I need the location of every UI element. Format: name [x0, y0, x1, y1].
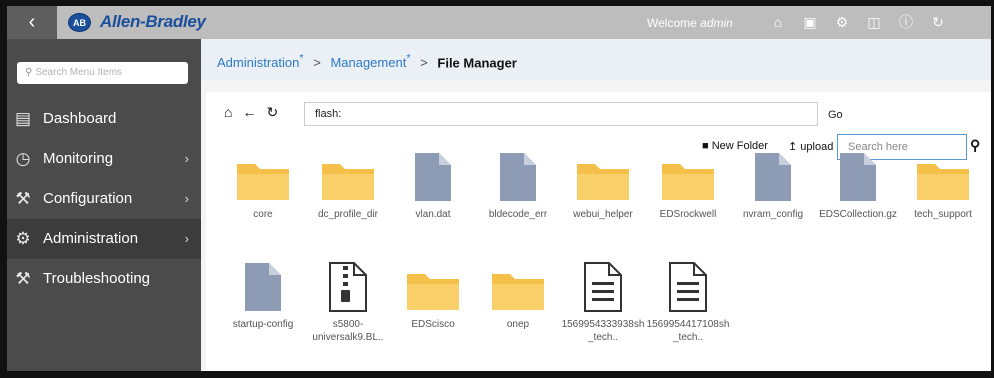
- refresh-icon[interactable]: ↻: [266, 104, 278, 121]
- network-icon[interactable]: ◫: [863, 12, 885, 32]
- sidebar-item-administration[interactable]: ⚙ Administration ›: [7, 219, 201, 259]
- sidebar-item-label: Configuration: [43, 190, 133, 207]
- save-icon[interactable]: ▣: [799, 12, 821, 32]
- breadcrumb: Administration* > Management* > File Man…: [201, 39, 991, 80]
- help-icon[interactable]: ⓘ: [895, 12, 917, 32]
- file-name: startup-config: [232, 319, 294, 330]
- wrench-icon: ⚒: [15, 189, 31, 208]
- welcome-text: Welcome admin: [647, 16, 733, 30]
- file-item[interactable]: nvram_config: [731, 152, 815, 221]
- breadcrumb-administration[interactable]: Administration*: [217, 53, 304, 70]
- file-name: vlan.dat: [415, 209, 451, 220]
- brand-name: Allen-Bradley: [100, 12, 206, 31]
- file-name: bldecode_err: [488, 209, 548, 220]
- dashboard-icon: ▤: [14, 109, 32, 128]
- sidebar-item-label: Dashboard: [43, 110, 117, 127]
- file-name: EDSrockwell: [659, 209, 717, 220]
- file-name: 1569954333938sh_tech..: [561, 319, 645, 343]
- header-icons: ⌂ ▣ ⚙ ◫ ⓘ ↻: [767, 12, 949, 32]
- file-item[interactable]: onep: [476, 262, 560, 331]
- sidebar: ⚲ Search Menu Items ▤ Dashboard ◷ Monitor…: [7, 39, 201, 371]
- monitoring-icon: ◷: [15, 149, 31, 168]
- sidebar-item-troubleshooting[interactable]: ⚒ Troubleshooting: [7, 259, 201, 299]
- breadcrumb-management[interactable]: Management*: [330, 53, 410, 70]
- file-item[interactable]: core: [221, 152, 305, 221]
- file-item[interactable]: startup-config: [221, 262, 305, 331]
- chevron-right-icon: ›: [184, 191, 189, 206]
- folder-icon: [646, 152, 730, 202]
- file-name: tech_support: [914, 209, 972, 220]
- file-item[interactable]: bldecode_err: [476, 152, 560, 221]
- zip-file-icon: [306, 262, 390, 312]
- breadcrumb-separator: >: [420, 55, 428, 71]
- text-file-icon: [561, 262, 645, 312]
- welcome-prefix: Welcome: [647, 16, 697, 30]
- file-name: nvram_config: [742, 209, 804, 220]
- path-input[interactable]: flash:: [304, 102, 818, 126]
- tools-icon: ⚒: [15, 269, 31, 288]
- file-icon: [476, 152, 560, 202]
- main-content: ⌂ ← ↻ flash: Go ■ New Folder ↥ upload Se…: [201, 80, 991, 371]
- arrow-left-icon[interactable]: ←: [242, 104, 256, 121]
- file-name: EDScisco: [411, 319, 455, 330]
- file-item[interactable]: 1569954417108sh_tech..: [646, 262, 730, 344]
- sidebar-item-label: Troubleshooting: [43, 270, 151, 287]
- file-item[interactable]: EDSrockwell: [646, 152, 730, 221]
- file-name: dc_profile_dir: [317, 209, 379, 220]
- chevron-left-icon: ‹: [28, 11, 36, 33]
- file-name: core: [253, 209, 273, 220]
- brand-logo-badge: AB: [68, 13, 91, 32]
- sidebar-item-dashboard[interactable]: ▤ Dashboard: [7, 99, 201, 139]
- back-button[interactable]: ‹: [7, 6, 57, 39]
- sidebar-item-label: Administration: [43, 230, 139, 247]
- folder-icon: [561, 152, 645, 202]
- file-item[interactable]: s5800-universalk9.BL..: [306, 262, 390, 344]
- folder-icon: [476, 262, 560, 312]
- file-item[interactable]: tech_support: [901, 152, 985, 221]
- file-item[interactable]: dc_profile_dir: [306, 152, 390, 221]
- home-icon[interactable]: ⌂: [767, 12, 789, 32]
- sidebar-item-configuration[interactable]: ⚒ Configuration ›: [7, 179, 201, 219]
- folder-icon: [391, 262, 475, 312]
- file-item[interactable]: webui_helper: [561, 152, 645, 221]
- file-item[interactable]: EDScisco: [391, 262, 475, 331]
- sidebar-item-monitoring[interactable]: ◷ Monitoring ›: [7, 139, 201, 179]
- file-icon: [221, 262, 305, 312]
- nav-tools: ⌂ ← ↻: [224, 104, 278, 121]
- file-name: 1569954417108sh_tech..: [646, 319, 730, 343]
- menu-search-input[interactable]: ⚲ Search Menu Items: [17, 62, 188, 84]
- sidebar-nav: ▤ Dashboard ◷ Monitoring › ⚒ Configurati…: [7, 99, 201, 299]
- text-file-icon: [646, 262, 730, 312]
- file-icon: [391, 152, 475, 202]
- file-icon: [731, 152, 815, 202]
- chevron-right-icon: ›: [184, 151, 189, 166]
- sidebar-item-label: Monitoring: [43, 150, 114, 167]
- gear-icon: ⚙: [15, 229, 31, 248]
- folder-icon: ■: [702, 140, 709, 152]
- file-item[interactable]: vlan.dat: [391, 152, 475, 221]
- welcome-user: admin: [700, 16, 733, 30]
- file-name: webui_helper: [573, 209, 633, 220]
- folder-icon: [306, 152, 390, 202]
- breadcrumb-current: File Manager: [437, 55, 517, 71]
- file-item[interactable]: 1569954333938sh_tech..: [561, 262, 645, 344]
- file-item[interactable]: EDSCollection.gz: [816, 152, 900, 221]
- home-icon[interactable]: ⌂: [224, 104, 232, 121]
- menu-search-placeholder: Search Menu Items: [35, 67, 123, 78]
- file-name: onep: [506, 319, 530, 330]
- chevron-right-icon: ›: [184, 231, 189, 246]
- search-icon: ⚲: [25, 67, 33, 78]
- top-bar: ‹ AB Allen-Bradley Welcome admin ⌂ ▣ ⚙ ◫…: [7, 6, 991, 39]
- file-name: EDSCollection.gz: [819, 209, 897, 220]
- file-name: s5800-universalk9.BL..: [312, 319, 384, 343]
- gear-icon[interactable]: ⚙: [831, 12, 853, 32]
- folder-icon: [221, 152, 305, 202]
- go-button[interactable]: Go: [828, 109, 843, 121]
- file-icon: [816, 152, 900, 202]
- new-folder-button[interactable]: ■ New Folder: [702, 140, 768, 152]
- file-manager-panel: ⌂ ← ↻ flash: Go ■ New Folder ↥ upload Se…: [206, 92, 991, 371]
- folder-icon: [901, 152, 985, 202]
- refresh-icon[interactable]: ↻: [927, 12, 949, 32]
- breadcrumb-separator: >: [313, 55, 321, 71]
